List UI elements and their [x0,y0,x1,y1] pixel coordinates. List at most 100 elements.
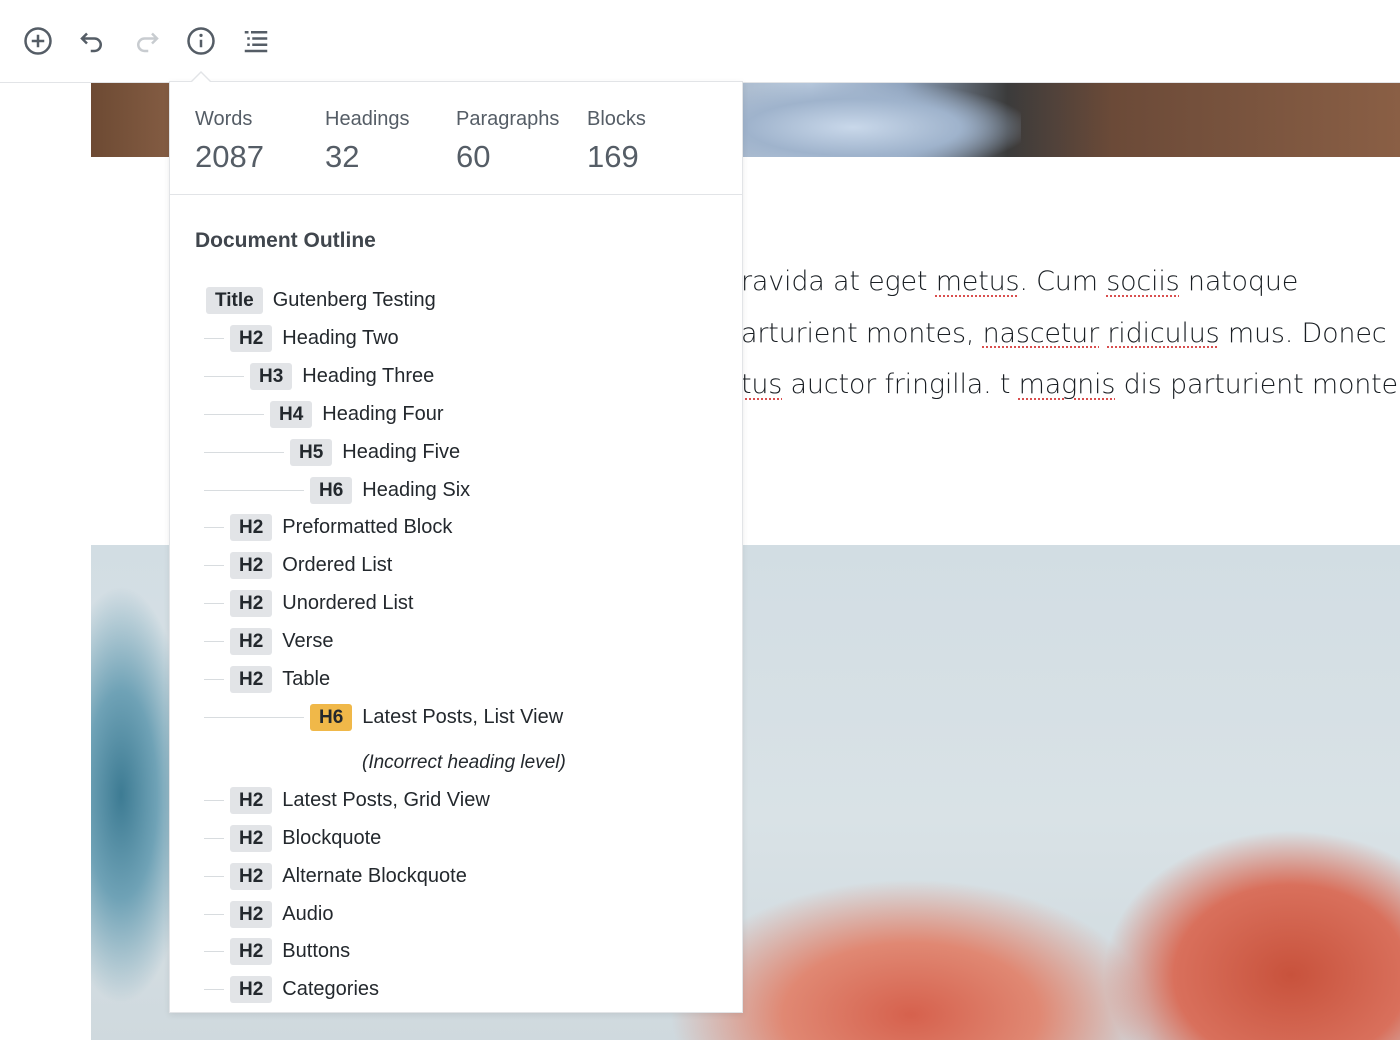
stat-label: Words [195,108,253,130]
popover-arrow-fill [192,73,210,82]
outline-item[interactable]: H5 Heading Five [204,437,460,467]
heading-level-badge: H2 [230,627,273,655]
outline-indent-line [204,413,264,415]
outline-indent-line [204,564,224,566]
heading-level-badge: H2 [230,862,273,890]
undo-icon [80,32,102,53]
misspelled-word: ridiculus [1107,317,1220,349]
stat-headings: Headings 32 [325,108,410,175]
outline-item-text: Alternate Blockquote [282,864,467,887]
info-icon [187,27,215,55]
outline-item[interactable]: H4 Heading Four [204,399,443,429]
outline-item[interactable]: H2 Buttons [204,936,350,966]
add-block-button[interactable] [19,22,57,60]
stat-value: 2087 [195,139,264,174]
outline-indent-line [204,337,224,339]
outline-indent-line [204,875,224,877]
outline-indent-line [204,602,224,604]
outline-item[interactable]: H2 Table [204,664,330,694]
content-structure-button[interactable] [182,22,220,60]
outline-item-text: Gutenberg Testing [272,288,436,311]
outline-item[interactable]: H2 Preformatted Block [204,512,452,542]
text-run: mus. Donec [1219,317,1387,349]
outline-item-text: Table [282,667,331,690]
document-outline-title: Document Outline [195,229,376,252]
stat-blocks: Blocks 169 [587,108,646,175]
outline-indent-line [204,837,224,839]
outline-item-text: Buttons [282,939,351,962]
incorrect-heading-warning: (Incorrect heading level) [362,752,566,773]
plus-circle-icon [24,27,52,55]
heading-level-badge: H3 [250,362,293,390]
stat-label: Blocks [587,108,646,130]
text-run: . Cum [1019,266,1107,297]
outline-item[interactable]: H2 Unordered List [204,588,413,618]
outline-item[interactable]: H2 Alternate Blockquote [204,861,467,891]
outline-indent-line [204,950,224,952]
outline-item[interactable]: H2 Verse [204,626,333,656]
heading-level-badge: H5 [290,438,333,466]
stat-paragraphs: Paragraphs 60 [456,108,559,175]
outline-indent-line [204,716,304,718]
misspelled-word: tus [741,369,783,400]
heading-level-badge: H4 [270,400,313,428]
outline-item[interactable]: H2 Latest Posts, Grid View [204,785,490,815]
content-structure-popover: Words 2087 Headings 32 Paragraphs 60 Blo… [169,81,743,1013]
outline-item[interactable]: H6 Latest Posts, List View [204,702,563,732]
outline-item-text: Blockquote [282,826,382,849]
misspelled-word: magnis [1018,369,1116,400]
heading-level-badge: H2 [230,551,273,579]
outline-item[interactable]: H2 Heading Two [204,323,399,353]
paragraph-block[interactable]: ravida at eget metus. Cum sociis natoque… [741,256,1400,411]
heading-level-badge: H2 [230,665,273,693]
outline-item-text: Categories [282,977,380,1000]
heading-level-badge: H2 [230,513,273,541]
undo-button[interactable] [73,22,111,60]
heading-level-badge: H2 [230,324,273,352]
outline-item-text: Audio [282,902,334,925]
outline-indent-line [204,375,244,377]
redo-button[interactable] [128,22,166,60]
stat-label: Paragraphs [456,108,560,130]
outline-item-text: Unordered List [282,591,414,614]
heading-level-badge: H2 [230,975,273,1003]
outline-item[interactable]: H6 Heading Six [204,475,470,505]
heading-level-badge: H2 [230,937,273,965]
stat-value: 32 [325,139,360,174]
outline-item[interactable]: H2 Audio [204,899,333,929]
heading-level-badge: H2 [230,900,273,928]
paragraph-line-3: tus auctor fringilla. t magnis dis partu… [741,359,1400,411]
misspelled-word: sociis [1106,266,1180,297]
outline-item[interactable]: H2 Ordered List [204,550,392,580]
text-run: dis parturient montes, [1115,369,1400,400]
redo-icon [137,32,159,53]
paragraph-line-2: arturient montes, nascetur ridiculus mus… [741,308,1400,360]
outline-item-text: Ordered List [282,553,393,576]
outline-item[interactable]: H2 Blockquote [204,823,381,853]
stat-label: Headings [325,108,410,130]
text-run: natoque [1179,266,1299,297]
outline-item-text: Heading Four [322,402,444,425]
outline-indent-line [204,799,224,801]
outline-indent-line [204,489,304,491]
text-run: ravida at eget [741,266,936,297]
outline-indent-line [204,913,224,915]
stat-words: Words 2087 [195,108,264,175]
outline-item-text: Latest Posts, Grid View [282,788,490,811]
outline-item[interactable]: H3 Heading Three [204,361,434,391]
outline-item[interactable]: H2 Categories [204,974,379,1004]
outline-item-text: Preformatted Block [282,515,453,538]
document-stats: Words 2087 Headings 32 Paragraphs 60 Blo… [170,82,742,195]
outline-item-text: Verse [282,629,334,652]
heading-level-badge: H2 [230,824,273,852]
outline-indent-line [204,640,224,642]
misspelled-word: metus [935,266,1020,297]
outline-indent-line [204,526,224,528]
outline-indent-line [204,988,224,990]
stat-value: 60 [456,139,491,174]
block-navigation-button[interactable] [237,22,275,60]
heading-level-badge: H6 [310,476,353,504]
outline-indent-line [204,451,284,453]
outline-item[interactable]: Title Gutenberg Testing [206,285,436,315]
paragraph-line-1: ravida at eget metus. Cum sociis natoque [741,256,1400,308]
